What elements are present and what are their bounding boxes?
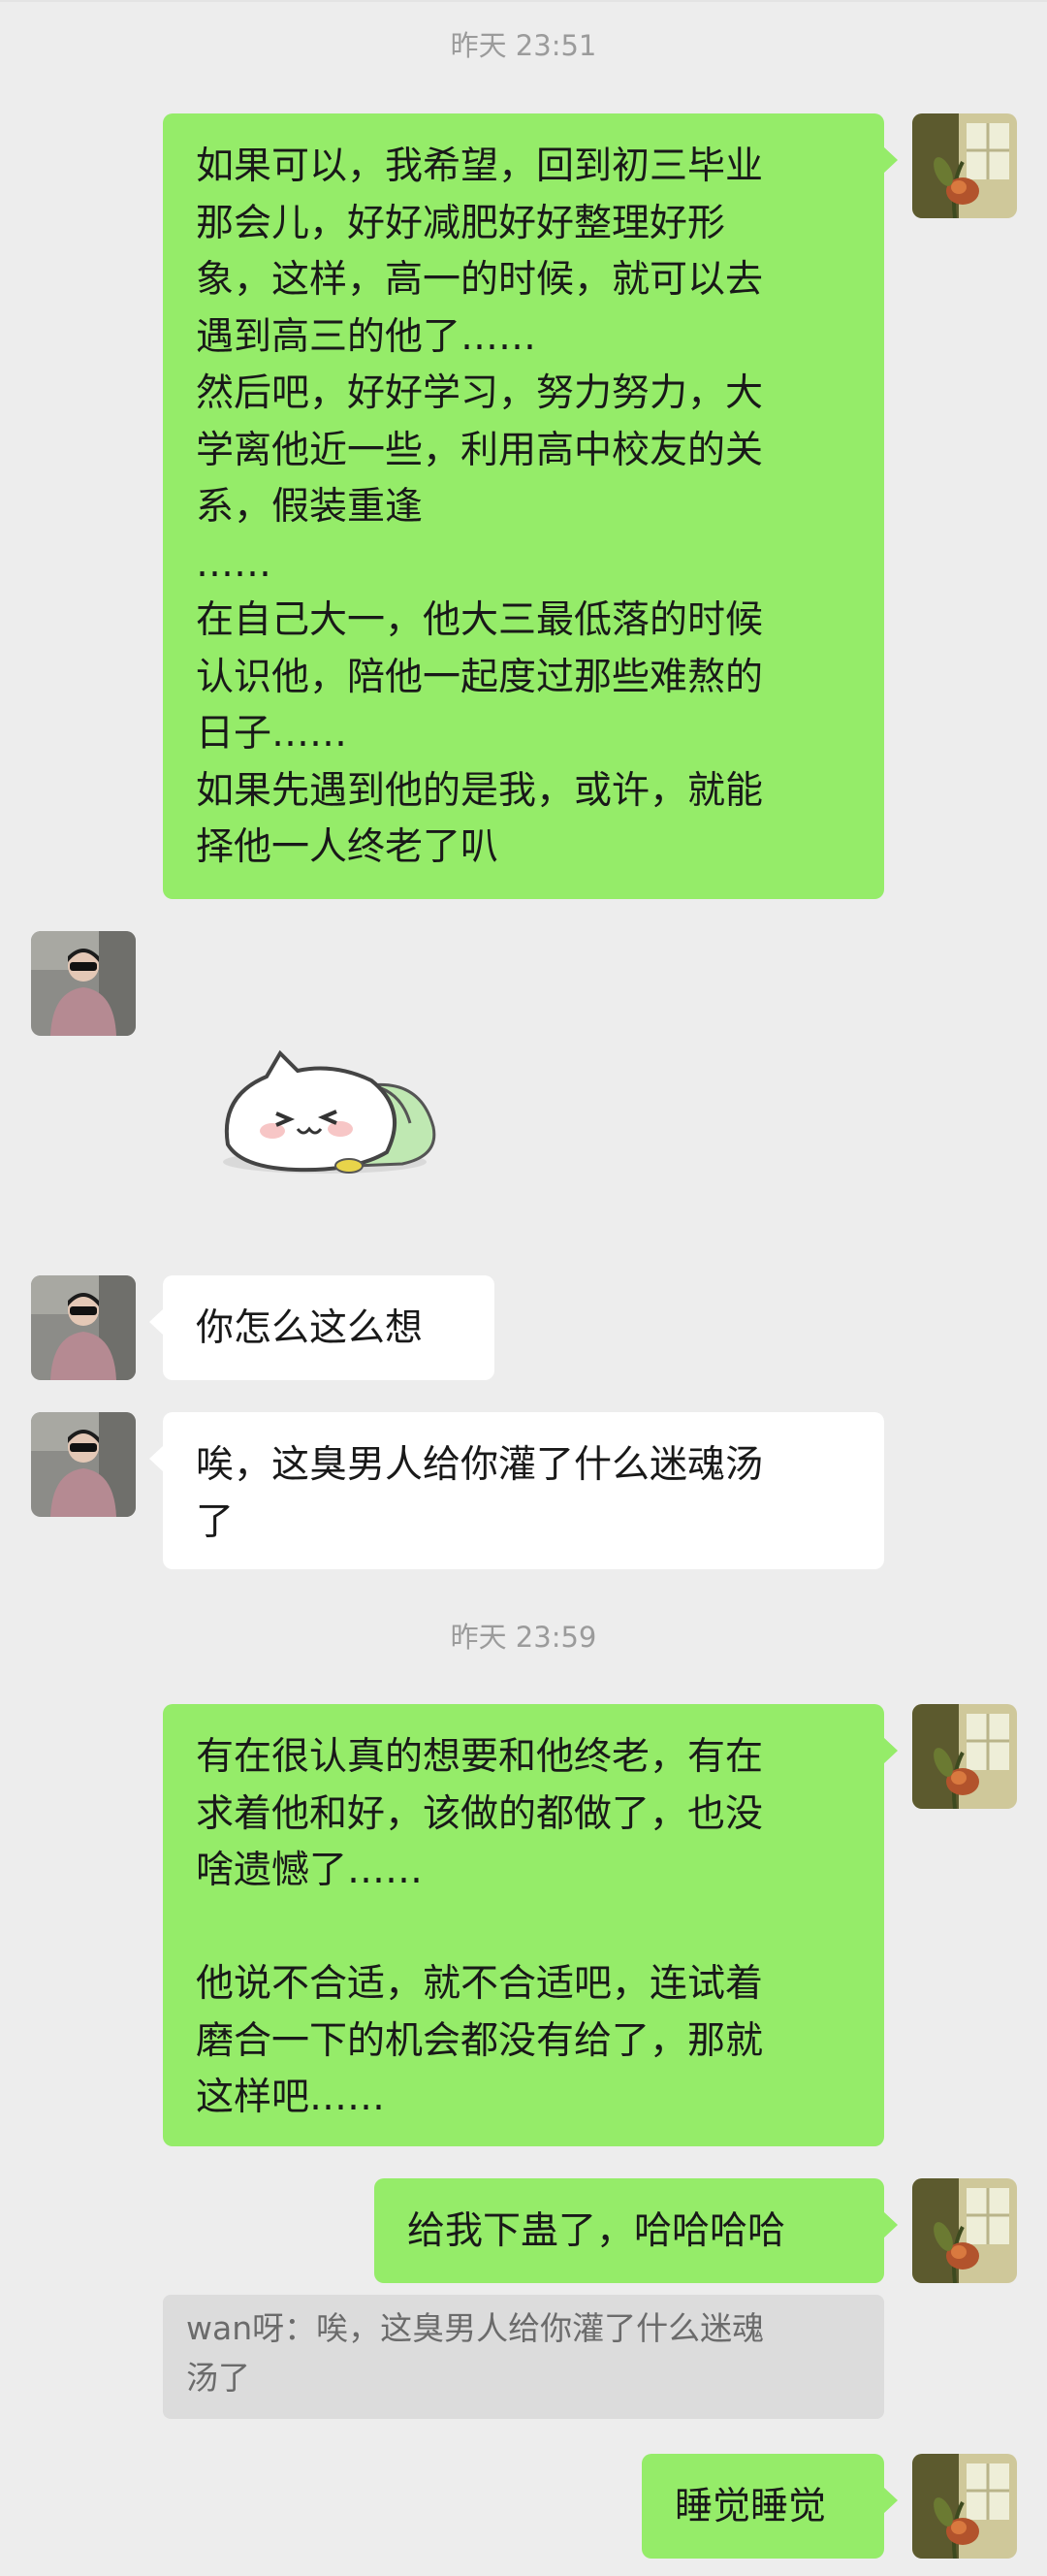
friend-avatar[interactable] (31, 1412, 136, 1517)
my-avatar[interactable] (912, 2454, 1017, 2559)
sent-message-bubble[interactable]: 如果可以，我希望，回到初三毕业 那会儿，好好减肥好好整理好形 象，这样，高一的时… (163, 113, 898, 899)
my-avatar[interactable] (912, 113, 1017, 218)
flower-avatar-image (912, 2454, 1017, 2559)
person-avatar-image (31, 931, 136, 1036)
received-message-bubble[interactable]: 你怎么这么想 (149, 1275, 494, 1380)
sleeping-cat-sticker-image (223, 1049, 436, 1174)
top-divider (0, 0, 1047, 2)
person-avatar-image (31, 1275, 136, 1380)
my-avatar[interactable] (912, 1704, 1017, 1809)
my-avatar[interactable] (912, 2178, 1017, 2283)
friend-avatar[interactable] (31, 1275, 136, 1380)
sent-message-bubble[interactable]: 有在很认真的想要和他终老，有在 求着他和好，该做的都做了，也没 啥遗憾了…… 他… (163, 1704, 898, 2146)
sent-message-bubble[interactable]: 给我下蛊了，哈哈哈哈 (374, 2178, 898, 2283)
flower-avatar-image (912, 1704, 1017, 1809)
friend-avatar[interactable] (31, 931, 136, 1036)
person-avatar-image (31, 1412, 136, 1517)
timestamp: 昨天 23:59 (450, 1621, 597, 1654)
sent-message-bubble[interactable]: 睡觉睡觉 (642, 2454, 898, 2559)
received-message-bubble[interactable]: 唉，这臭男人给你灌了什么迷魂汤 了 (149, 1412, 884, 1569)
cat-sticker[interactable] (208, 1038, 451, 1187)
quoted-message[interactable]: wan呀：唉，这臭男人给你灌了什么迷魂 汤了 (163, 2295, 884, 2419)
flower-avatar-image (912, 2178, 1017, 2283)
timestamp: 昨天 23:51 (450, 29, 597, 62)
flower-avatar-image (912, 113, 1017, 218)
